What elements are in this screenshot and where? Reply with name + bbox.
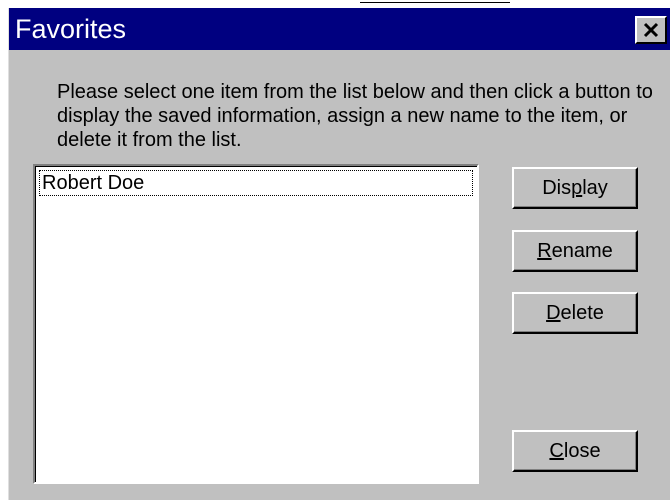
dialog-title: Favorites	[15, 14, 127, 44]
display-button-label-end: lay	[582, 176, 608, 199]
display-button-label-start: Dis	[542, 176, 572, 199]
delete-button[interactable]: Delete	[512, 292, 638, 334]
close-button-mnemonic: C	[549, 439, 564, 462]
favorites-listbox[interactable]: Robert Doe	[33, 164, 479, 484]
rename-button-mnemonic: R	[537, 239, 552, 262]
close-button[interactable]: Close	[512, 430, 638, 472]
close-button-label-end: lose	[563, 439, 601, 462]
favorites-dialog: Favorites Please select one item from th…	[8, 8, 670, 500]
delete-button-mnemonic: D	[546, 301, 561, 324]
rename-button[interactable]: Rename	[512, 230, 638, 272]
display-button-mnemonic: p	[571, 176, 583, 199]
cropped-underline-fragment	[360, 0, 510, 3]
close-window-button[interactable]	[635, 16, 667, 44]
delete-button-label-end: elete	[560, 301, 604, 324]
list-item[interactable]: Robert Doe	[39, 170, 473, 196]
cropped-background-strip	[0, 0, 670, 8]
rename-button-label-end: ename	[551, 239, 613, 262]
title-bar[interactable]: Favorites	[9, 8, 670, 50]
close-x-icon	[643, 22, 659, 38]
instruction-text: Please select one item from the list bel…	[57, 81, 653, 151]
display-button[interactable]: Dis p lay	[512, 167, 638, 209]
